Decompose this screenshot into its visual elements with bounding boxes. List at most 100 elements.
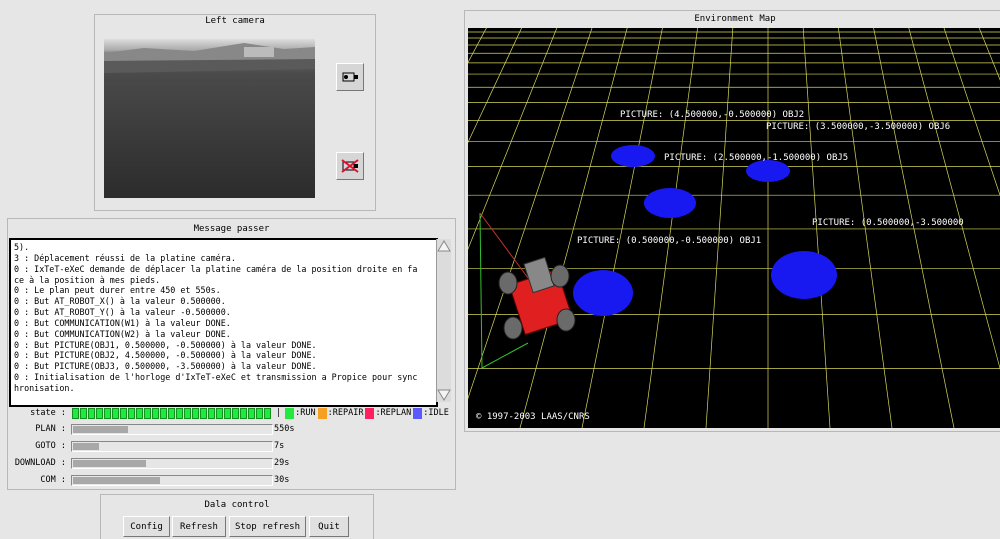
state-segment [80,407,87,419]
quit-button[interactable]: Quit [309,516,349,537]
state-segment [200,407,207,419]
map-object-marker [644,188,696,218]
message-passer-title: Message passer [193,224,270,234]
state-segment [128,407,135,419]
map-robot-wheel [503,316,523,340]
dala-control-title: Dala control [204,500,270,510]
refresh-button[interactable]: Refresh [172,516,226,537]
map-grid-line [873,28,955,428]
state-segment [256,407,263,419]
timing-progress-fill [73,442,99,450]
map-grid-line [468,28,543,428]
state-segment [160,407,167,419]
state-segment [176,407,183,419]
map-grid-line [802,28,831,428]
timing-progress-bar [71,457,273,469]
state-segment [136,407,143,419]
map-grid-line [581,28,663,428]
timing-progress-fill [73,425,129,433]
map-grid-line [468,28,558,250]
map-grid-line [468,28,482,428]
map-robot-wheel [550,264,570,288]
message-scrollbar[interactable] [436,239,451,402]
state-row: state : | :RUN:REPAIR:REPLAN:IDLE [8,407,455,419]
state-segment [72,407,79,419]
map-label-obj2: PICTURE: (4.500000,-0.500000) OBJ2 [620,110,805,120]
map-grid-line [468,28,593,400]
camera-image [104,39,315,198]
state-segment [248,407,255,419]
map-grid-line [519,28,628,428]
legend-swatch [365,407,375,419]
map-grid-line [952,28,1000,428]
legend-swatch [317,407,327,419]
timing-progress-bar [71,440,273,452]
state-segment [224,407,231,419]
legend-label: :RUN [295,408,316,418]
message-log[interactable]: 5). 3 : Déplacement réussi de la platine… [9,238,438,407]
state-segment [264,407,271,419]
timing-progress-bar [71,423,273,435]
map-grid-line [468,28,502,428]
timing-value: 550s [274,424,295,434]
state-label: state : [30,408,66,418]
timing-row: DOWNLOAD : 29s [8,457,455,469]
state-segment [184,407,191,419]
legend-swatch [285,407,295,419]
map-object-marker [746,160,790,182]
environment-map-title: Environment Map [694,14,776,24]
map-grid-line [993,28,1000,428]
timing-label: DOWNLOAD : [14,458,66,468]
state-segment [216,407,223,419]
state-segment [104,407,111,419]
state-segment [192,407,199,419]
camera-stop-button[interactable] [336,152,364,180]
map-axis-x [481,342,529,369]
map-label-obj5: PICTURE: (2.500000,-1.500000) OBJ5 [664,153,849,163]
map-grid-line [943,28,1000,197]
map-copyright: © 1997-2003 LAAS/CNRS [476,412,590,422]
map-grid-line [978,28,1000,81]
left-camera-panel: Left camera [94,14,376,211]
legend-label: :REPAIR [327,408,364,418]
timing-row: PLAN : 550s [8,423,455,435]
stop-refresh-button[interactable]: Stop refresh [229,516,306,537]
map-grid-line [468,28,584,428]
timing-value: 29s [274,458,290,468]
map-object-marker [611,145,655,167]
timing-label: PLAN : [35,424,66,434]
state-segment [232,407,239,419]
map-robot-wheel [498,271,518,295]
timing-label: GOTO : [35,441,66,451]
timing-progress-fill [73,476,161,484]
state-segment [120,407,127,419]
map-grid-line [838,28,893,428]
camera-off-icon [341,159,359,173]
legend-swatch [413,407,423,419]
config-button[interactable]: Config [123,516,170,537]
message-passer-panel: Message passer 5). 3 : Déplacement réuss… [7,218,456,490]
left-camera-title: Left camera [205,16,265,26]
timing-label: COM : [40,475,66,485]
state-segment [240,407,247,419]
state-segment [144,407,151,419]
map-grid-line [973,28,1000,428]
timing-row: GOTO : 7s [8,440,455,452]
state-segment [88,407,95,419]
state-segment [208,407,215,419]
legend-label: :IDLE [423,408,449,418]
state-indicator [72,407,272,419]
timing-value: 30s [274,475,290,485]
map-grid-line [908,28,1000,370]
map-label-obj6: PICTURE: (3.500000,-3.500000) OBJ6 [766,122,951,132]
map-object-marker [771,251,837,299]
state-separator: | [276,408,282,418]
timing-value: 7s [274,441,285,451]
state-segment [152,407,159,419]
map-axis-y [479,212,483,369]
camera-capture-button[interactable] [336,63,364,91]
environment-map-view[interactable]: PICTURE: (4.500000,-0.500000) OBJ2 PICTU… [468,28,1000,428]
map-label-partial: PICTURE: (0.500000,-3.500000 [812,218,964,228]
map-grid-line [705,28,734,428]
timing-progress-bar [71,474,273,486]
